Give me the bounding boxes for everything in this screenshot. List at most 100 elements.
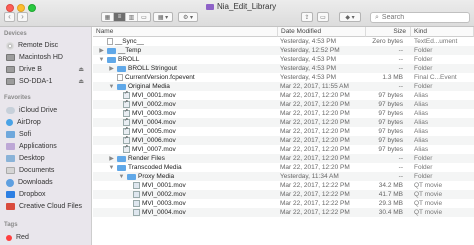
share-button[interactable]: ⇪ — [301, 12, 313, 22]
file-size: 97 bytes — [378, 101, 403, 108]
file-name: MVI_0006.mov — [132, 137, 176, 144]
file-size: 97 bytes — [378, 137, 403, 144]
column-header-kind[interactable]: Kind — [411, 27, 474, 37]
sidebar-item-documents[interactable]: Documents — [6, 165, 54, 176]
sidebar-item-so-dda-1[interactable]: SO-DDA-1 ⏏ — [6, 76, 88, 87]
alias-icon — [123, 126, 130, 135]
sidebar-item-label: SO-DDA-1 — [19, 78, 53, 85]
table-row[interactable]: ▶ __Temp Yesterday, 12:52 PM -- Folder — [93, 46, 474, 55]
eject-icon[interactable]: ⏏ — [78, 66, 84, 73]
sidebar-item-creative-cloud-files[interactable]: Creative Cloud Files — [6, 201, 82, 212]
file-kind: Folder — [414, 65, 433, 72]
sidebar-item-airdrop[interactable]: AirDrop — [6, 117, 41, 128]
folder-icon — [117, 83, 126, 90]
table-row[interactable]: MVI_0004.mov Mar 22, 2017, 12:22 PM 30.4… — [93, 208, 474, 217]
sidebar-item-sofi[interactable]: Sofi — [6, 129, 31, 140]
table-row[interactable]: ▼ BROLL Yesterday, 4:53 PM -- Folder — [93, 55, 474, 64]
file-date: Mar 22, 2017, 12:20 PM — [280, 146, 350, 153]
minimize-button[interactable] — [17, 4, 25, 12]
list-view-icon[interactable]: ≡ — [114, 13, 126, 21]
file-kind: QT movie — [414, 182, 443, 189]
file-kind: Folder — [414, 155, 433, 162]
file-size: 97 bytes — [378, 119, 403, 126]
disclosure-down-icon[interactable]: ▼ — [98, 57, 105, 63]
disclosure-down-icon[interactable]: ▼ — [108, 165, 115, 171]
movie-file-icon — [133, 191, 140, 198]
table-row[interactable]: MVI_0007.mov Mar 22, 2017, 12:20 PM 97 b… — [93, 144, 474, 154]
folder-icon — [117, 164, 126, 171]
dropbox-button[interactable]: ◆ ▾ — [339, 12, 361, 22]
sidebar-item-macintosh-hd[interactable]: Macintosh HD — [6, 52, 63, 63]
disclosure-right-icon[interactable]: ▶ — [108, 155, 115, 162]
view-mode-control[interactable]: ▦ ≡ ▥ ▭ — [101, 12, 151, 22]
action-button[interactable]: ⚙ ▾ — [178, 12, 198, 22]
sidebar-item-label: Desktop — [19, 155, 45, 162]
sidebar-item-dropbox[interactable]: Dropbox — [6, 189, 45, 200]
sidebar-item-downloads[interactable]: Downloads — [6, 177, 53, 188]
icon-view-icon[interactable]: ▦ — [102, 13, 114, 21]
sidebar-item-label: Downloads — [18, 179, 53, 186]
column-header-name[interactable]: Name — [93, 27, 278, 37]
table-row[interactable]: MVI_0001.mov Mar 22, 2017, 12:20 PM 97 b… — [93, 90, 474, 100]
event-file-icon — [117, 74, 123, 81]
sidebar-item-remote-disc[interactable]: Remote Disc — [6, 40, 58, 51]
file-kind: Alias — [414, 146, 429, 153]
file-size: -- — [398, 83, 403, 90]
disclosure-down-icon[interactable]: ▼ — [118, 174, 125, 180]
column-view-icon[interactable]: ▥ — [126, 13, 138, 21]
search-field[interactable]: ⌕ — [370, 12, 470, 23]
file-size: 41.7 MB — [378, 191, 403, 198]
disclosure-right-icon[interactable]: ▶ — [108, 65, 115, 72]
document-icon — [107, 38, 113, 45]
file-kind: Alias — [414, 110, 429, 117]
column-header-size[interactable]: Size — [366, 27, 411, 37]
file-name: MVI_0001.mov — [142, 182, 186, 189]
table-row[interactable]: MVI_0006.mov Mar 22, 2017, 12:20 PM 97 b… — [93, 135, 474, 145]
file-date: Yesterday, 11:34 AM — [280, 173, 339, 180]
sidebar-item-applications[interactable]: Applications — [6, 141, 57, 152]
sidebar-item-label: Dropbox — [19, 191, 46, 198]
disclosure-down-icon[interactable]: ▼ — [108, 84, 115, 90]
table-row[interactable]: MVI_0002.mov Mar 22, 2017, 12:20 PM 97 b… — [93, 99, 474, 109]
disclosure-right-icon[interactable]: ▶ — [98, 47, 105, 54]
table-row[interactable]: __Sync__ Yesterday, 4:53 PM Zero bytes T… — [93, 37, 474, 46]
zoom-button[interactable] — [28, 4, 36, 12]
alias-icon — [123, 117, 130, 126]
close-button[interactable] — [6, 4, 14, 12]
table-row[interactable]: MVI_0001.mov Mar 22, 2017, 12:22 PM 34.2… — [93, 181, 474, 190]
gallery-view-icon[interactable]: ▭ — [138, 13, 150, 21]
table-row[interactable]: CurrentVersion.fcpevent Yesterday, 4:53 … — [93, 73, 474, 82]
table-row[interactable]: ▶ Render Files Mar 22, 2017, 12:20 PM -- … — [93, 154, 474, 163]
table-row[interactable]: MVI_0004.mov Mar 22, 2017, 12:20 PM 97 b… — [93, 117, 474, 127]
arrange-button[interactable]: ▦ ▾ — [153, 12, 173, 22]
table-row[interactable]: MVI_0003.mov Mar 22, 2017, 12:22 PM 29.3… — [93, 199, 474, 208]
table-row[interactable]: ▼ Transcoded Media Mar 22, 2017, 12:20 PM… — [93, 163, 474, 172]
file-name: MVI_0002.mov — [142, 191, 186, 198]
airdrop-icon — [6, 119, 13, 126]
sidebar-item-label: Remote Disc — [18, 42, 59, 49]
sidebar-item-drive-b[interactable]: Drive B ⏏ — [6, 64, 88, 75]
back-button[interactable]: ‹ — [4, 12, 15, 22]
search-input[interactable] — [381, 14, 462, 21]
table-row[interactable]: MVI_0005.mov Mar 22, 2017, 12:20 PM 97 b… — [93, 126, 474, 136]
file-date: Yesterday, 4:53 PM — [280, 65, 337, 72]
file-name: BROLL — [118, 56, 140, 63]
file-kind: Folder — [414, 47, 433, 54]
file-date: Mar 22, 2017, 12:22 PM — [280, 209, 350, 216]
table-row[interactable]: MVI_0002.mov Mar 22, 2017, 12:22 PM 41.7… — [93, 190, 474, 199]
column-header-date[interactable]: Date Modified — [278, 27, 366, 37]
tags-button[interactable]: ▭ — [317, 12, 329, 22]
file-name: Original Media — [128, 83, 170, 90]
file-name: MVI_0003.mov — [142, 200, 186, 207]
forward-button[interactable]: › — [17, 12, 28, 22]
eject-icon[interactable]: ⏏ — [78, 78, 84, 85]
table-row[interactable]: ▶ BROLL Stringout Yesterday, 4:53 PM -- F… — [93, 64, 474, 73]
table-row[interactable]: ▼ Original Media Mar 22, 2017, 11:55 AM -… — [93, 82, 474, 91]
sidebar-item-desktop[interactable]: Desktop — [6, 153, 45, 164]
table-row[interactable]: ▼ Proxy Media Yesterday, 11:34 AM -- Fold… — [93, 172, 474, 181]
sidebar-item-icloud-drive[interactable]: iCloud Drive — [6, 105, 57, 116]
sidebar-item-label: Creative Cloud Files — [19, 203, 83, 210]
sidebar-item-tag-red[interactable]: Red — [6, 232, 29, 243]
sidebar-item-label: Sofi — [19, 131, 32, 138]
table-row[interactable]: MVI_0003.mov Mar 22, 2017, 12:20 PM 97 b… — [93, 108, 474, 118]
